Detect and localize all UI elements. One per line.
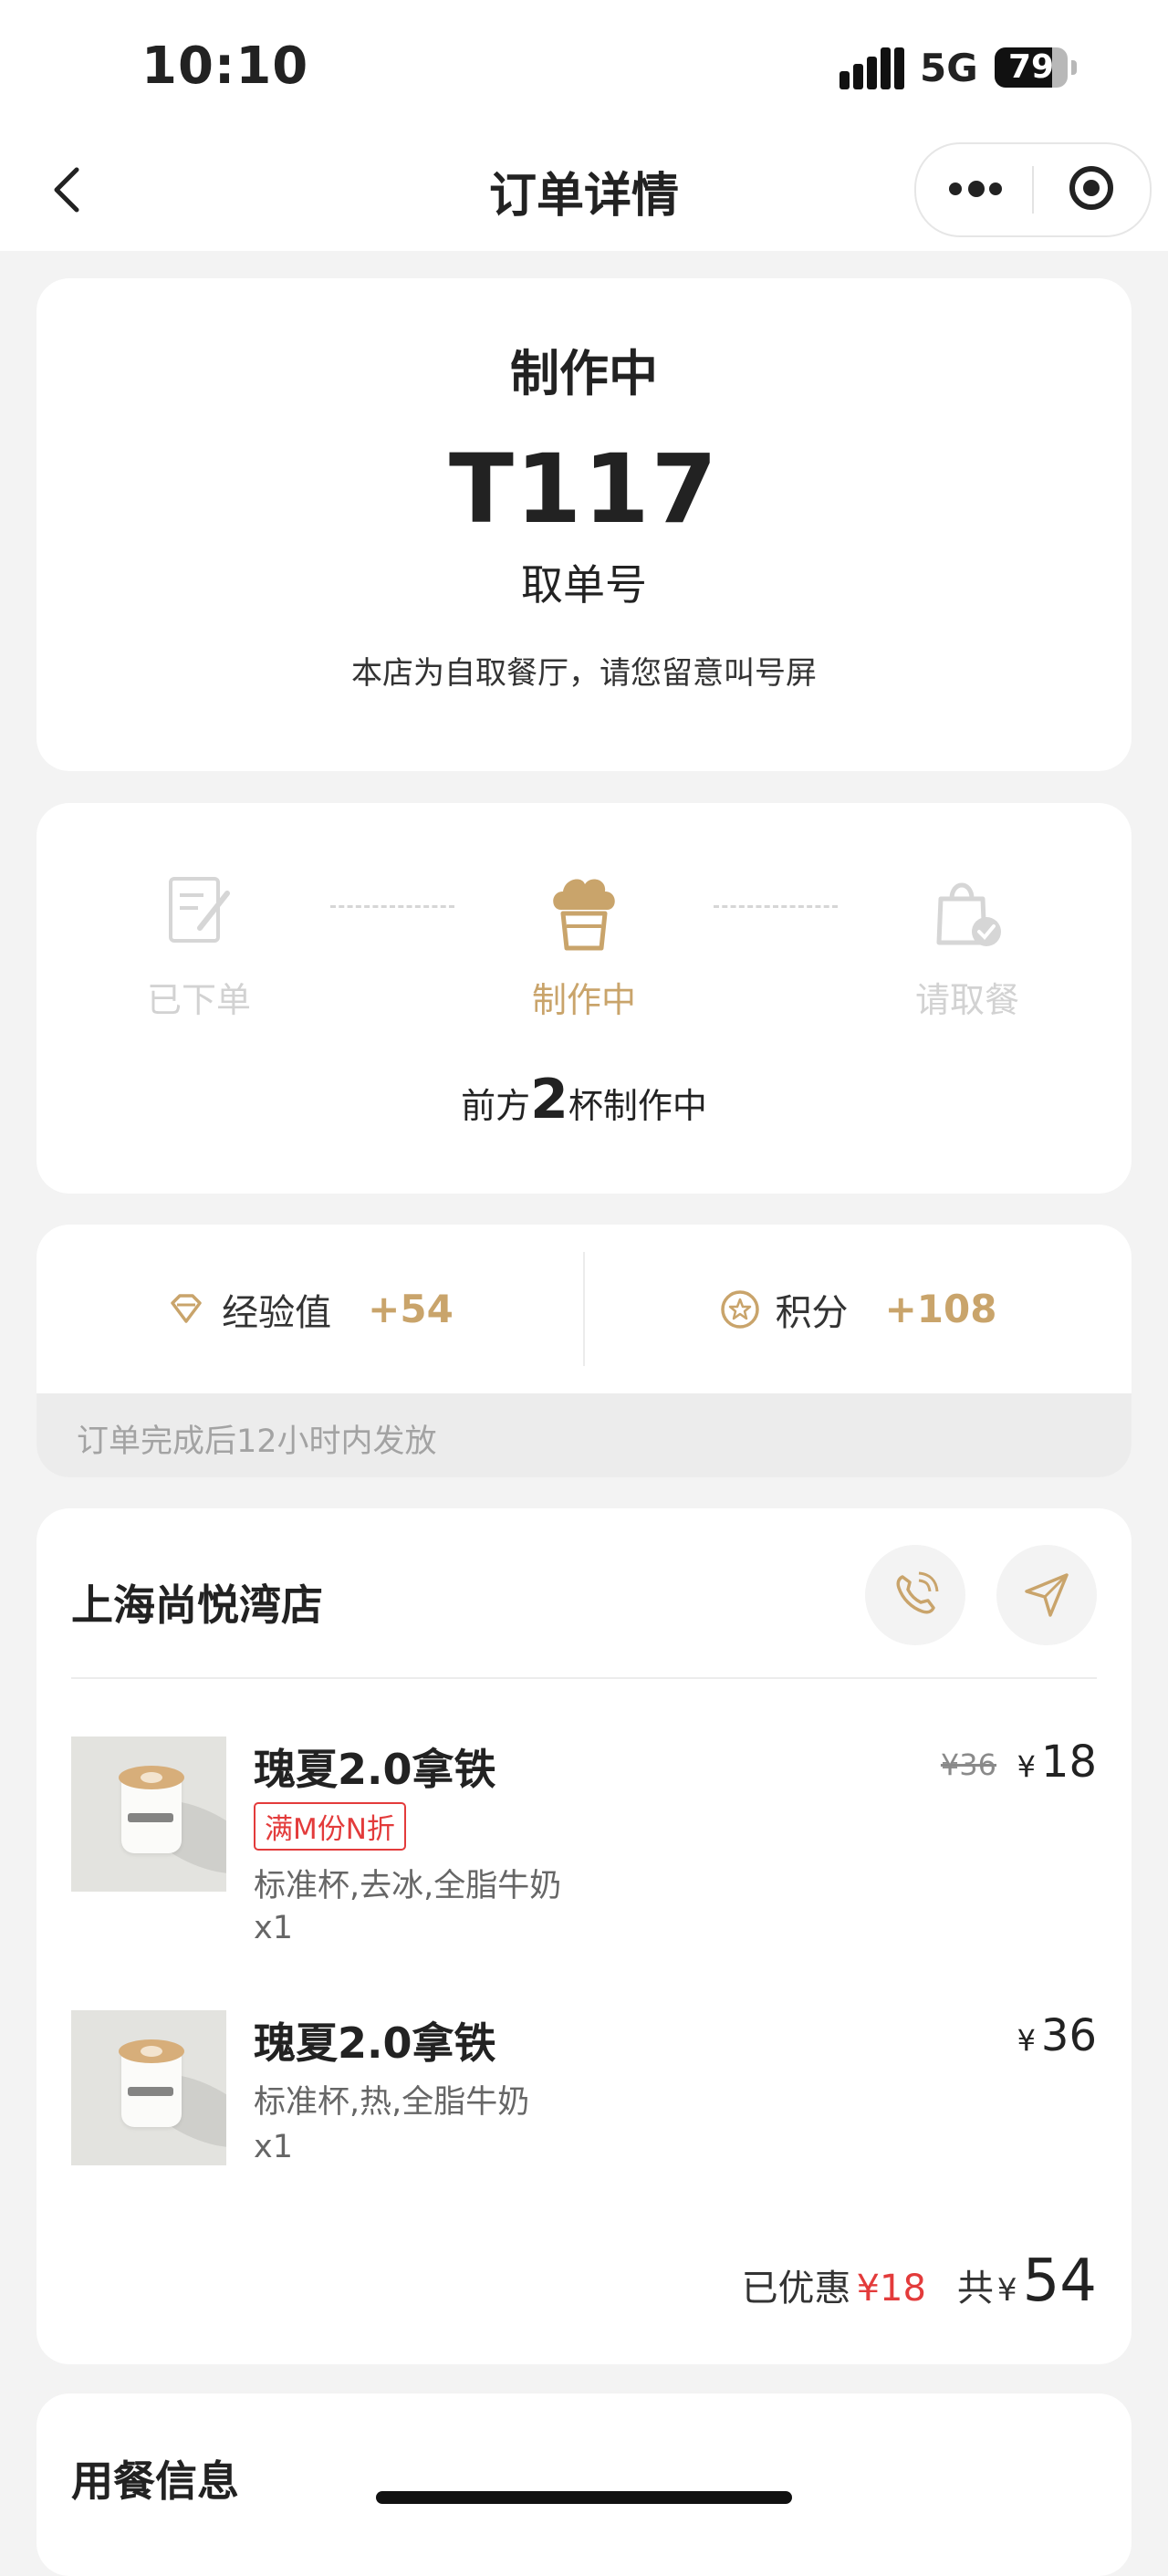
order-totals: 已优惠 ¥18 共 ¥ 54	[742, 2247, 1097, 2315]
product-image	[71, 2010, 226, 2165]
step-connector	[330, 905, 454, 908]
mini-program-capsule	[914, 142, 1152, 237]
order-note-icon	[158, 871, 240, 954]
item-price: ¥36	[1017, 2010, 1097, 2061]
battery-icon: 79	[995, 47, 1068, 88]
step-pickup: 请取餐	[867, 871, 1068, 1022]
nav-bar: 订单详情	[0, 137, 1168, 251]
item-qty: x1	[254, 1910, 293, 1946]
item-name: 瑰夏2.0拿铁	[254, 1745, 496, 1794]
pickup-notice: 本店为自取餐厅，请您留意叫号屏	[351, 655, 817, 692]
step-label: 已下单	[146, 980, 251, 1020]
call-store-button[interactable]	[865, 1545, 965, 1645]
product-image	[71, 1736, 226, 1892]
currency-symbol: ¥	[996, 2272, 1017, 2309]
item-spec: 标准杯,热,全脂牛奶	[254, 2084, 530, 2121]
target-icon[interactable]	[1069, 166, 1113, 210]
rewards-note-text: 订单完成后12小时内发放	[77, 1424, 437, 1460]
discount-value: ¥18	[856, 2268, 926, 2310]
step-connector	[714, 905, 838, 908]
points-reward: 积分 +108	[585, 1225, 1131, 1393]
item-name: 瑰夏2.0拿铁	[254, 2018, 496, 2068]
navigate-store-button[interactable]	[996, 1545, 1097, 1645]
item-price: ¥18	[1017, 1736, 1097, 1788]
item-spec: 标准杯,去冰,全脂牛奶	[254, 1868, 562, 1904]
exp-reward: 经验值 +54	[36, 1225, 582, 1393]
meal-info-card: 用餐信息	[36, 2393, 1132, 2576]
total-label: 共	[956, 2268, 994, 2310]
currency-symbol: ¥	[1017, 1749, 1036, 1784]
order-status-card: 制作中 T117 取单号 本店为自取餐厅，请您留意叫号屏	[36, 278, 1132, 771]
order-item[interactable]: 瑰夏2.0拿铁 标准杯,热,全脂牛奶 x1 ¥36	[71, 2010, 1097, 2247]
diamond-icon	[171, 1293, 202, 1323]
price-value: 36	[1040, 2010, 1097, 2061]
queue-count: 2	[530, 1068, 568, 1132]
signal-icon	[840, 47, 904, 89]
pickup-number: T117	[448, 433, 720, 545]
currency-symbol: ¥	[1017, 2023, 1036, 2058]
queue-suffix: 杯制作中	[568, 1086, 707, 1126]
points-label: 积分	[775, 1291, 849, 1334]
exp-label: 经验值	[222, 1291, 332, 1334]
points-value: +108	[884, 1287, 997, 1331]
order-status-title: 制作中	[510, 345, 658, 402]
original-price: ¥36	[940, 1747, 996, 1782]
status-bar: 10:10 5G 79	[0, 0, 1168, 137]
discount-label: 已优惠	[741, 2268, 851, 2310]
progress-card: 已下单 制作中 请取餐 前方2杯制作中	[36, 803, 1132, 1194]
network-type: 5G	[920, 46, 978, 90]
order-item[interactable]: 瑰夏2.0拿铁 满M份N折 标准杯,去冰,全脂牛奶 x1 ¥36 ¥18	[71, 1736, 1097, 1974]
total-value: 54	[1022, 2247, 1097, 2315]
status-time: 10:10	[141, 37, 309, 96]
queue-status: 前方2杯制作中	[36, 1068, 1132, 1132]
store-divider	[71, 1677, 1097, 1679]
step-label: 制作中	[531, 980, 636, 1020]
capsule-divider	[1032, 166, 1034, 214]
phone-icon	[896, 1571, 939, 1614]
battery-level: 79	[1007, 48, 1055, 86]
battery-nub	[1071, 60, 1077, 75]
item-qty: x1	[254, 2129, 293, 2165]
chef-hat-icon	[543, 871, 625, 954]
queue-prefix: 前方	[461, 1086, 531, 1126]
star-badge-icon	[720, 1289, 759, 1329]
store-name: 上海尚悦湾店	[71, 1580, 323, 1630]
shopping-bag-icon	[926, 871, 1008, 954]
order-items-card: 上海尚悦湾店 瑰夏2.0拿铁 满M份N折 标准杯,去冰,全脂牛奶 x1 ¥36 …	[36, 1508, 1132, 2364]
exp-value: +54	[368, 1287, 454, 1331]
step-label: 请取餐	[914, 980, 1019, 1020]
step-ordered: 已下单	[99, 871, 299, 1022]
promo-tag: 满M份N折	[254, 1802, 406, 1851]
home-indicator[interactable]	[376, 2491, 792, 2504]
step-making: 制作中	[484, 871, 684, 1022]
more-dots-icon[interactable]	[949, 181, 1002, 199]
meal-info-title: 用餐信息	[71, 2456, 239, 2506]
navigation-arrow-icon	[1025, 1573, 1069, 1617]
rewards-note: 订单完成后12小时内发放	[36, 1393, 1132, 1477]
price-value: 18	[1040, 1736, 1097, 1788]
pickup-number-label: 取单号	[521, 560, 647, 610]
rewards-card: 经验值 +54 积分 +108 订单完成后12小时内发放	[36, 1225, 1132, 1477]
